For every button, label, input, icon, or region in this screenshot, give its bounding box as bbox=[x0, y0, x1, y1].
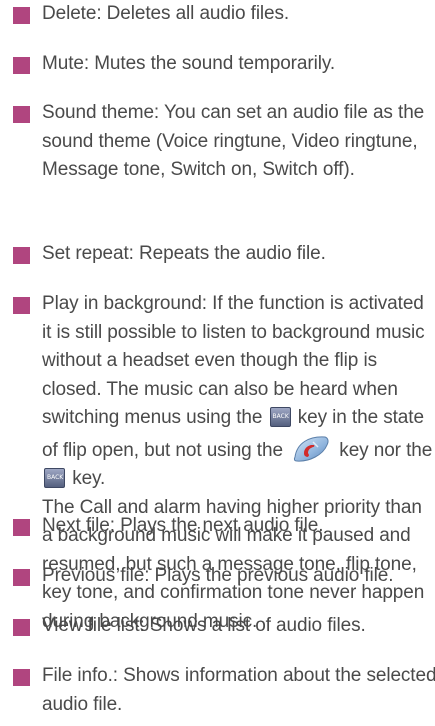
item-text-part3: key nor the bbox=[339, 439, 433, 461]
item-text: Next file: Plays the next audio file. bbox=[42, 515, 324, 536]
square-bullet-icon bbox=[13, 569, 30, 586]
item-text: Set repeat: Repeats the audio file. bbox=[42, 243, 326, 264]
square-bullet-icon bbox=[13, 7, 30, 24]
item-text: Delete: Deletes all audio files. bbox=[42, 3, 290, 24]
list-item-next-file: Next file: Plays the next audio file. bbox=[13, 512, 435, 541]
square-bullet-icon bbox=[13, 619, 30, 636]
item-text: File info.: Shows information about the … bbox=[42, 665, 435, 715]
list-item-delete: Delete: Deletes all audio files. bbox=[13, 0, 435, 29]
item-text: Previous file: Plays the previous audio … bbox=[42, 565, 394, 586]
list-item-view-file-list: View file list: Shows a list of audio fi… bbox=[13, 612, 435, 641]
end-call-key-icon bbox=[294, 435, 329, 462]
item-text: View file list: Shows a list of audio fi… bbox=[42, 615, 366, 636]
square-bullet-icon bbox=[13, 57, 30, 74]
square-bullet-icon bbox=[13, 669, 30, 686]
back-key-icon: BACK bbox=[44, 468, 65, 488]
list-item-set-repeat: Set repeat: Repeats the audio file. bbox=[13, 240, 435, 269]
list-item-previous-file: Previous file: Plays the previous audio … bbox=[13, 562, 435, 591]
back-key-icon: BACK bbox=[269, 407, 291, 427]
list-item-mute: Mute: Mutes the sound temporarily. bbox=[13, 50, 435, 79]
list-item-file-info: File info.: Shows information about the … bbox=[13, 662, 435, 719]
square-bullet-icon bbox=[13, 297, 30, 314]
square-bullet-icon bbox=[13, 247, 30, 264]
item-text-part4: key. bbox=[72, 468, 106, 489]
item-text: Mute: Mutes the sound temporarily. bbox=[42, 53, 335, 74]
list-item-sound-theme: Sound theme: You can set an audio file a… bbox=[13, 99, 435, 185]
square-bullet-icon bbox=[13, 106, 30, 123]
item-text: Sound theme: You can set an audio file a… bbox=[42, 102, 425, 180]
square-bullet-icon bbox=[13, 519, 30, 536]
